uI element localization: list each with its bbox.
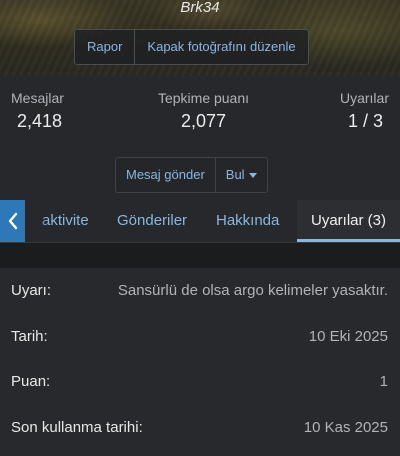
- cover-actions: Rapor Kapak fotoğrafını düzenle: [74, 29, 309, 65]
- expiry-label: Son kullanma tarihi:: [11, 419, 143, 436]
- warning-row: Uyarı: Sansürlü de olsa argo kelimeler y…: [0, 268, 400, 314]
- profile-actions: Mesaj gönder Bul: [115, 157, 268, 193]
- stat-warnings: Uyarılar 1 / 3: [340, 90, 389, 132]
- warning-value: Sansürlü de olsa argo kelimeler yasaktır…: [117, 282, 388, 299]
- username: Brk34: [180, 0, 220, 16]
- stat-warnings-label: Uyarılar: [339, 90, 389, 106]
- points-value: 1: [379, 373, 388, 390]
- tab-posts[interactable]: Gönderiler: [117, 200, 187, 242]
- caret-down-icon: [248, 173, 257, 179]
- warning-label: Uyarı:: [11, 282, 52, 299]
- profile-stats: Mesajlar 2,418 Tepkime puanı 2,077 Uyarı…: [0, 76, 400, 218]
- find-label: Bul: [225, 167, 245, 182]
- tab-about[interactable]: Hakkında: [216, 200, 279, 242]
- find-menu-button[interactable]: Bul: [214, 158, 267, 192]
- points-label: Puan:: [11, 373, 51, 390]
- date-row: Tarih: 10 Eki 2025: [0, 314, 400, 360]
- expiry-value: 10 Kas 2025: [303, 419, 388, 436]
- tab-warnings[interactable]: Uyarılar (3): [297, 200, 400, 242]
- warning-details: Uyarı: Sansürlü de olsa argo kelimeler y…: [0, 268, 400, 456]
- tab-activity[interactable]: aktivite: [42, 200, 89, 242]
- points-row: Puan: 1: [0, 359, 400, 405]
- tabs-scroll-left-button[interactable]: [0, 200, 25, 242]
- cover-photo: Brk34 Rapor Kapak fotoğrafını düzenle: [0, 0, 400, 76]
- edit-cover-button[interactable]: Kapak fotoğrafını düzenle: [134, 30, 307, 64]
- stat-warnings-value: 1 / 3: [347, 111, 383, 131]
- tabs-scroll-fade: [25, 200, 47, 242]
- date-value: 10 Eki 2025: [308, 328, 388, 345]
- send-message-button[interactable]: Mesaj gönder: [116, 158, 215, 192]
- profile-tabs: aktivite Gönderiler Hakkında Uyarılar (3…: [0, 200, 400, 243]
- report-button[interactable]: Rapor: [75, 30, 134, 64]
- expiry-row: Son kullanma tarihi: 10 Kas 2025: [0, 405, 400, 451]
- date-label: Tarih:: [11, 328, 48, 345]
- chevron-left-icon: [8, 212, 17, 230]
- section-divider: [0, 243, 400, 268]
